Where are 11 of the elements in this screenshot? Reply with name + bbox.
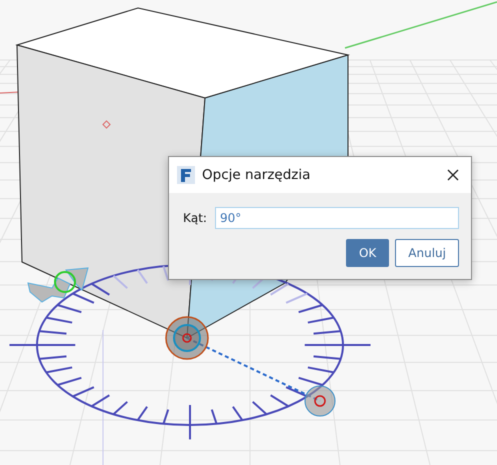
app-logo-icon bbox=[177, 166, 195, 184]
angle-label: Kąt: bbox=[183, 211, 207, 225]
dialog-title: Opcje narzędzia bbox=[202, 167, 312, 183]
cancel-button[interactable]: Anuluj bbox=[395, 239, 459, 267]
angle-field[interactable]: 90° bbox=[214, 207, 459, 229]
angle-handle-icon[interactable] bbox=[304, 386, 336, 416]
ok-button[interactable]: OK bbox=[346, 239, 390, 267]
rotate-arrow-icon[interactable] bbox=[27, 267, 89, 303]
face-center-marker bbox=[102, 120, 111, 129]
pivot-handle-icon[interactable] bbox=[165, 316, 209, 360]
close-icon bbox=[447, 169, 459, 181]
